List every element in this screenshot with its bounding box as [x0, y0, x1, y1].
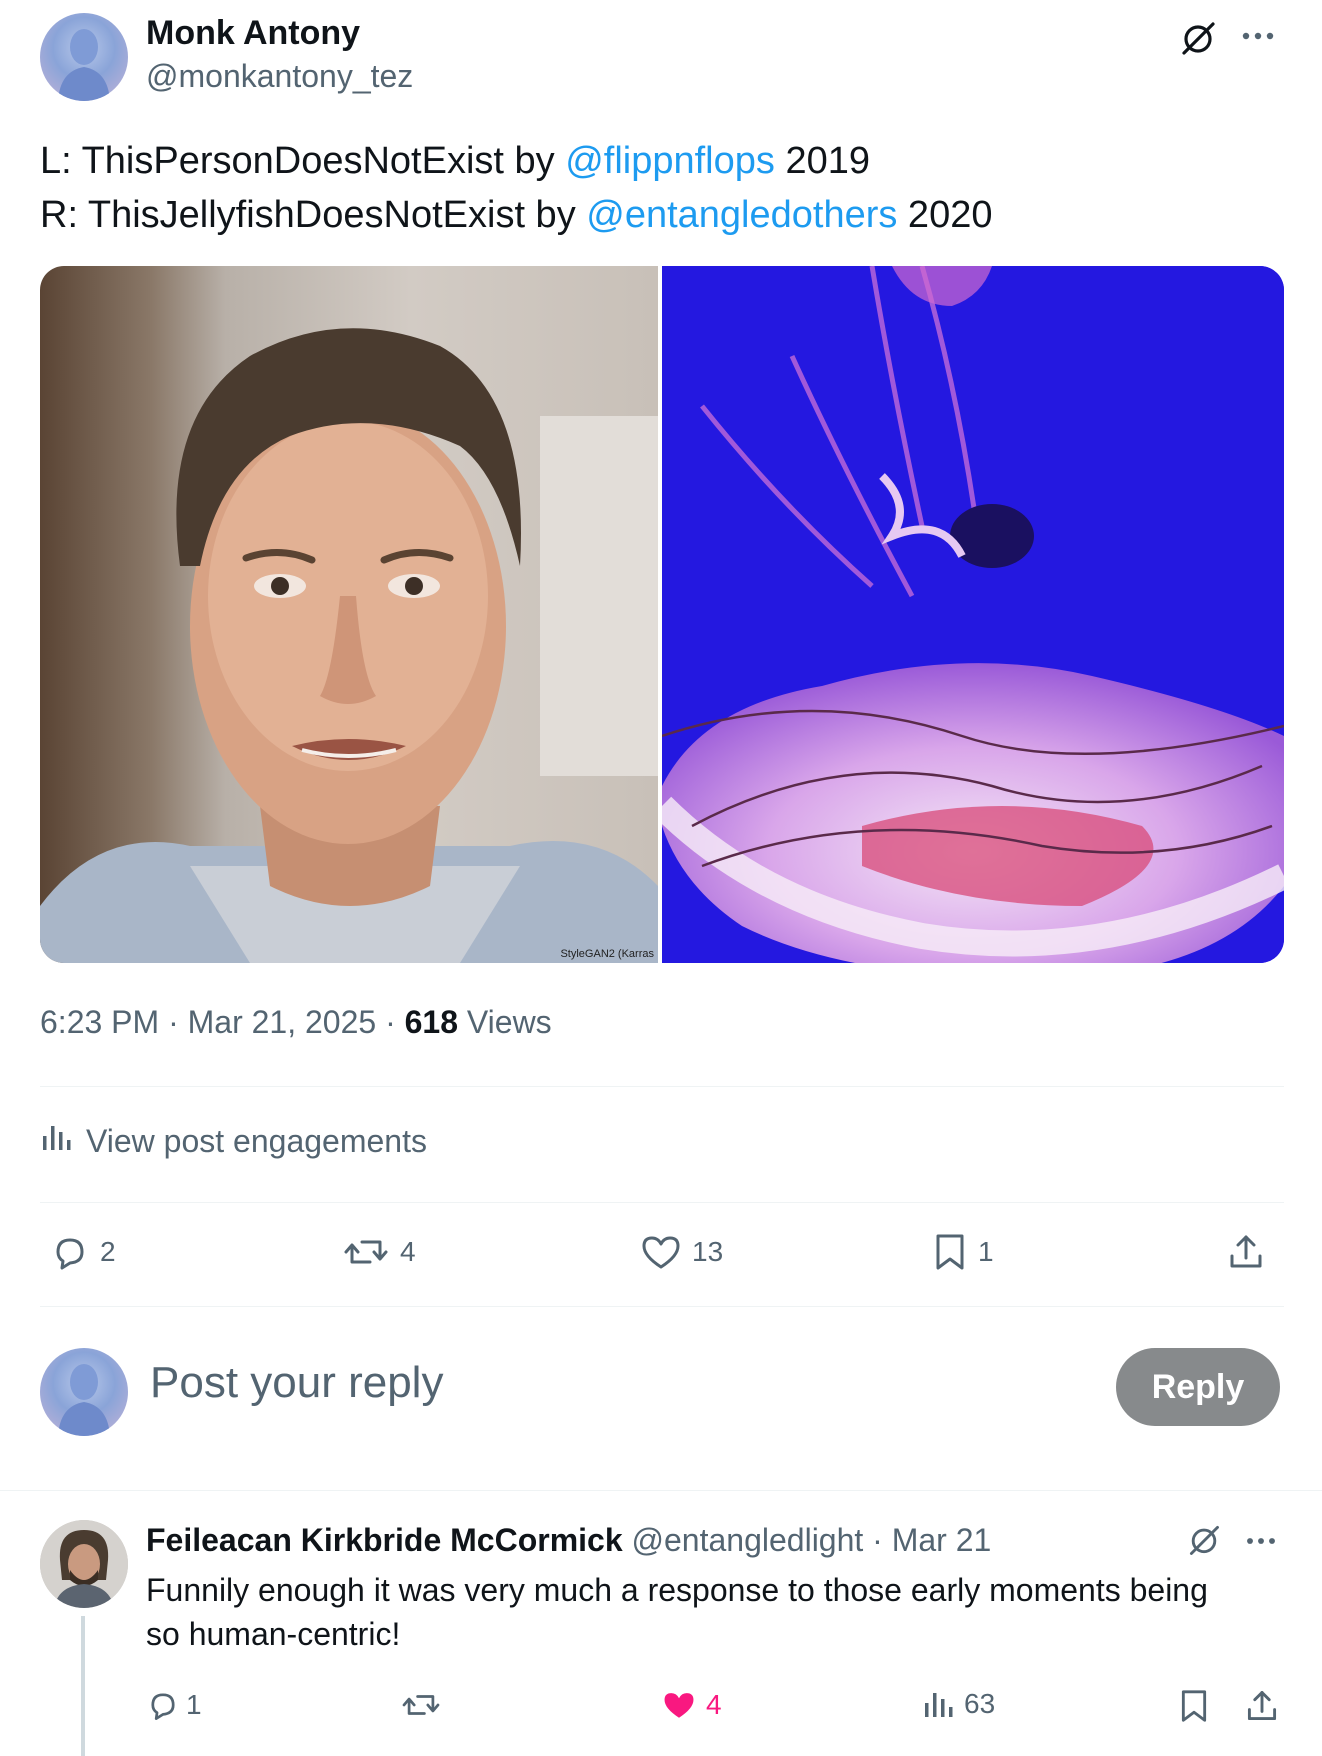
- current-user-avatar[interactable]: [40, 1348, 128, 1436]
- post-date[interactable]: Mar 21, 2025: [188, 1004, 377, 1040]
- reply-button[interactable]: 2: [50, 1232, 116, 1272]
- reply-reply-button[interactable]: 1: [146, 1688, 202, 1722]
- reply-text: Funnily enough it was very much a respon…: [146, 1568, 1286, 1656]
- divider: [40, 1202, 1284, 1203]
- divider: [0, 1490, 1322, 1491]
- repost-icon: [400, 1688, 442, 1722]
- divider: [40, 1306, 1284, 1307]
- bookmark-button[interactable]: 1: [932, 1232, 994, 1272]
- reply-author-avatar[interactable]: [40, 1520, 128, 1608]
- like-button[interactable]: 13: [640, 1232, 723, 1272]
- share-icon: [1244, 1688, 1280, 1724]
- post-text-segment: 2020: [897, 194, 993, 236]
- share-icon: [1226, 1232, 1266, 1272]
- reply-author-handle[interactable]: @entangledlight: [632, 1522, 864, 1558]
- post-time[interactable]: 6:23 PM: [40, 1004, 159, 1040]
- grok-icon[interactable]: [1186, 1522, 1222, 1558]
- mention-link[interactable]: @entangledothers: [586, 194, 897, 236]
- separator-dot: ·: [385, 1004, 405, 1040]
- reply-author-name[interactable]: Feileacan Kirkbride McCormick: [146, 1522, 623, 1558]
- bookmark-icon: [932, 1232, 968, 1272]
- media-image-person[interactable]: StyleGAN2 (Karras: [40, 266, 658, 963]
- views-label: Views: [466, 1004, 552, 1040]
- grok-icon[interactable]: [1178, 18, 1218, 58]
- like-icon: [660, 1688, 698, 1722]
- analytics-icon: [922, 1689, 954, 1719]
- view-engagements-label: View post engagements: [86, 1122, 427, 1159]
- post-text-line-2: R: ThisJellyfishDoesNotExist by @entangl…: [40, 188, 992, 242]
- media-image-jellyfish[interactable]: [662, 266, 1284, 963]
- bookmark-count: 1: [978, 1236, 994, 1267]
- repost-icon: [342, 1232, 390, 1272]
- thread-line: [81, 1616, 85, 1756]
- divider: [40, 1086, 1284, 1087]
- repost-count: 4: [400, 1236, 416, 1267]
- like-count: 13: [692, 1236, 724, 1267]
- like-icon: [640, 1232, 682, 1272]
- reply-like-count: 4: [706, 1689, 722, 1720]
- repost-button[interactable]: 4: [342, 1232, 416, 1272]
- reply-bookmark-button[interactable]: [1178, 1688, 1210, 1724]
- view-engagements-link[interactable]: View post engagements: [40, 1122, 427, 1160]
- post-text-line-1: L: ThisPersonDoesNotExist by @flippnflop…: [40, 134, 992, 188]
- share-button[interactable]: [1226, 1232, 1266, 1272]
- separator-dot: ·: [168, 1004, 188, 1040]
- more-icon[interactable]: [1240, 24, 1276, 48]
- reply-icon: [50, 1232, 90, 1272]
- reply-submit-button[interactable]: Reply: [1116, 1348, 1280, 1426]
- separator-dot: ·: [872, 1522, 883, 1558]
- post-text-segment: L: ThisPersonDoesNotExist by: [40, 140, 566, 182]
- mention-link[interactable]: @flippnflops: [565, 140, 775, 182]
- reply-date[interactable]: Mar 21: [892, 1522, 992, 1558]
- author-name[interactable]: Monk Antony: [146, 14, 360, 53]
- reply-share-button[interactable]: [1244, 1688, 1280, 1724]
- image-watermark: StyleGAN2 (Karras: [560, 948, 654, 960]
- reply-count: 2: [100, 1236, 116, 1267]
- more-icon[interactable]: [1244, 1530, 1278, 1552]
- reply-repost-button[interactable]: [400, 1688, 442, 1722]
- media-divider: [658, 266, 662, 963]
- reply-header: Feileacan Kirkbride McCormick @entangled…: [146, 1522, 991, 1559]
- post-text-segment: R: ThisJellyfishDoesNotExist by: [40, 194, 587, 236]
- reply-icon: [146, 1688, 180, 1722]
- reply-text-line-1: Funnily enough it was very much a respon…: [146, 1572, 1208, 1608]
- post-text: L: ThisPersonDoesNotExist by @flippnflop…: [40, 134, 992, 242]
- author-handle[interactable]: @monkantony_tez: [146, 58, 413, 95]
- author-avatar[interactable]: [40, 13, 128, 101]
- bookmark-icon: [1178, 1688, 1210, 1724]
- reply-text-line-2: so human-centric!: [146, 1616, 401, 1652]
- post-timestamp: 6:23 PM · Mar 21, 2025 · 618 Views: [40, 1004, 552, 1041]
- analytics-icon: [40, 1122, 72, 1160]
- reply-views-count: 63: [964, 1688, 996, 1719]
- views-count: 618: [404, 1004, 458, 1040]
- reply-like-button[interactable]: 4: [660, 1688, 722, 1722]
- reply-input[interactable]: Post your reply: [150, 1358, 1050, 1414]
- post-text-segment: 2019: [774, 140, 870, 182]
- reply-views-button[interactable]: 63: [922, 1688, 995, 1720]
- reply-reply-count: 1: [186, 1689, 202, 1720]
